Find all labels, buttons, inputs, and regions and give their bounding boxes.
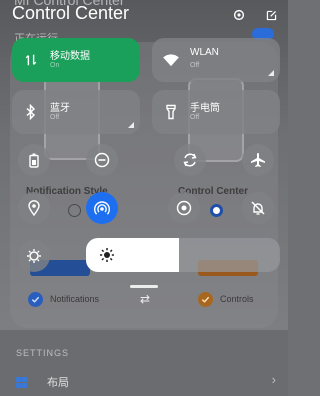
tile-mobile-data-status: On [50,62,60,69]
tile-wlan-name: WLAN [190,47,219,58]
swap-arrows-icon[interactable]: ⇄ [140,292,150,306]
wifi-icon [162,51,180,69]
location-icon [28,200,40,216]
tile-wlan[interactable]: WLAN Off [152,38,280,82]
background-radio-notification [68,204,81,217]
auto-brightness-toggle[interactable] [18,240,50,272]
tile-bluetooth-expand-corner-icon[interactable] [128,122,134,128]
auto-brightness-gear-icon [27,249,41,263]
screen-record-toggle[interactable] [168,192,200,224]
tile-wlan-status: Off [190,62,200,69]
tab-controls[interactable]: Controls [220,294,254,304]
flashlight-icon [162,103,180,121]
background-radio-control [210,204,223,217]
layout-label: 布局 [47,377,69,389]
auto-rotate-icon [183,153,197,167]
edit-icon[interactable] [263,7,279,23]
page-title: Control Center [12,3,130,23]
hotspot-icon [94,201,110,215]
tile-mobile-data-name: 移动数据 [50,51,90,62]
tile-bluetooth-name: 蓝牙 [50,103,70,114]
battery-saver-icon [29,153,39,168]
tile-wlan-expand-corner-icon[interactable] [268,70,274,76]
tile-bluetooth[interactable]: 蓝牙 Off [12,90,140,134]
notifications-check-icon [28,292,43,307]
auto-rotate-toggle[interactable] [174,144,206,176]
do-not-disturb-toggle[interactable] [86,144,118,176]
settings-heading: SETTINGS [16,348,70,358]
tile-flashlight-status: Off [190,114,200,121]
vibrate-off-icon [251,201,265,215]
tile-flashlight-name: 手电筒 [190,103,220,114]
hotspot-toggle[interactable] [86,192,118,224]
tile-mobile-data[interactable]: 移动数据 On [12,38,140,82]
vibrate-off-toggle[interactable] [242,192,274,224]
battery-saver-toggle[interactable] [18,144,50,176]
do-not-disturb-icon [94,152,110,168]
layout-row[interactable]: 布局 [16,374,69,390]
screen-record-icon [176,200,192,216]
settings-gear-icon[interactable] [231,7,247,23]
bluetooth-icon [22,103,40,121]
drag-handle[interactable] [130,285,158,288]
airplane-mode-icon [251,153,265,167]
controls-check-icon [198,292,213,307]
location-toggle[interactable] [18,192,50,224]
chevron-right-icon[interactable]: › [272,372,276,387]
layout-grid-icon [16,376,27,388]
mobile-data-icon [22,51,40,69]
tile-flashlight[interactable]: 手电筒 Off [152,90,280,134]
sun-icon [100,248,114,262]
tab-notifications[interactable]: Notifications [50,294,99,304]
airplane-mode-toggle[interactable] [242,144,274,176]
brightness-slider[interactable] [86,238,280,272]
tile-bluetooth-status: Off [50,114,60,121]
